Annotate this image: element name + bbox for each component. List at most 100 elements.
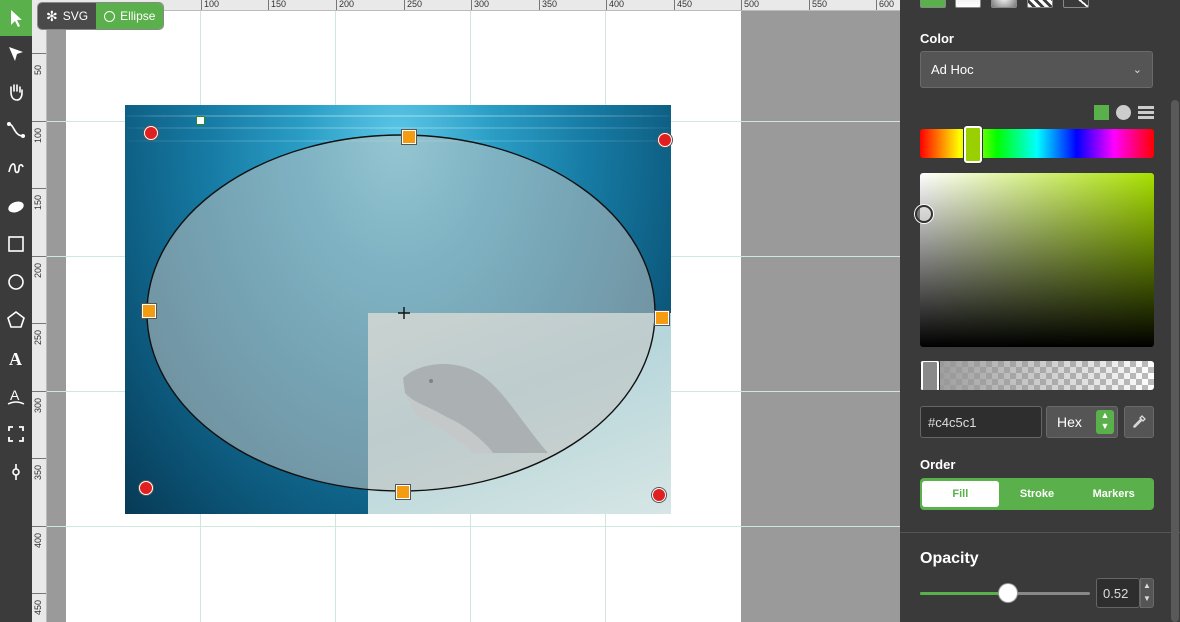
ruler-tick: 250 <box>32 323 46 345</box>
ruler-tick: 600 <box>876 0 894 10</box>
opacity-input[interactable]: 0.52 <box>1096 578 1140 608</box>
order-stroke-option[interactable]: Stroke <box>999 481 1076 507</box>
order-label: Order <box>920 457 956 472</box>
ruler-tick: 550 <box>809 0 827 10</box>
color-label: Color <box>920 31 954 46</box>
ruler-tick: 150 <box>268 0 286 10</box>
ruler-tick: 500 <box>741 0 759 10</box>
ruler-tick: 50 <box>32 53 46 75</box>
rect-tool[interactable] <box>0 226 32 262</box>
text-path-icon: A <box>7 387 25 405</box>
opacity-slider-fill <box>920 592 1009 595</box>
ruler-tick: 150 <box>32 188 46 210</box>
no-fill-icon[interactable] <box>1063 0 1089 8</box>
ruler-tick: 350 <box>539 0 557 10</box>
canvas-workarea[interactable] <box>47 11 900 622</box>
text-icon: A <box>9 349 22 368</box>
rotate-handle-bottom-left[interactable] <box>139 481 153 495</box>
resize-handle-top[interactable] <box>402 130 416 144</box>
fit-tool[interactable] <box>0 416 32 452</box>
picker-mode-icons <box>1094 105 1154 121</box>
eyedropper-icon <box>1133 415 1146 428</box>
properties-panel: Color Ad Hoc ⌄ Hex ▲▼ Order Fill Stroke … <box>900 0 1180 622</box>
saturation-value-picker[interactable] <box>915 173 1154 347</box>
order-fill-option[interactable]: Fill <box>922 481 999 507</box>
crosshair-icon <box>398 307 410 319</box>
breadcrumb-svg[interactable]: ✻ SVG <box>38 3 97 29</box>
resize-handle-left[interactable] <box>142 304 156 318</box>
subselect-icon <box>9 47 23 61</box>
chevron-down-icon: ⌄ <box>1132 64 1142 76</box>
color-picker-handle[interactable] <box>915 205 933 223</box>
breadcrumb-ellipse[interactable]: Ellipse <box>96 3 164 29</box>
breadcrumb: ✻ SVG Ellipse <box>38 3 164 29</box>
eyedropper-tool[interactable] <box>0 454 32 490</box>
solid-fill-icon[interactable] <box>920 0 946 8</box>
linear-gradient-icon[interactable] <box>955 0 981 8</box>
paint-order-toggle: Fill Stroke Markers <box>920 478 1154 510</box>
wheel-icon[interactable] <box>1116 105 1131 120</box>
opacity-slider-handle[interactable] <box>999 584 1018 602</box>
rotate-handle-bottom-right[interactable] <box>652 488 666 502</box>
asterisk-icon: ✻ <box>46 7 58 24</box>
pin-icon <box>12 464 20 480</box>
hue-slider-handle[interactable] <box>964 126 982 163</box>
ruler-tick: 350 <box>32 458 46 480</box>
polygon-tool[interactable] <box>0 302 32 338</box>
ruler-tick: 450 <box>674 0 692 10</box>
text-path-tool[interactable]: A <box>0 378 32 414</box>
ruler-tick: 300 <box>32 391 46 413</box>
circle-tool[interactable] <box>0 264 32 300</box>
pen-icon <box>8 163 24 174</box>
hand-icon <box>10 84 23 101</box>
ruler-tick: 200 <box>336 0 354 10</box>
paint-type-row <box>900 0 1180 12</box>
node-select-tool[interactable] <box>0 36 32 72</box>
circle-icon <box>8 274 24 290</box>
format-stepper[interactable]: ▲ ▼ <box>1096 410 1114 434</box>
panel-scrollbar[interactable] <box>1171 100 1179 622</box>
dolphin-photo[interactable] <box>368 313 671 514</box>
color-format-select[interactable]: Hex ▲ ▼ <box>1046 406 1118 438</box>
opacity-stepper[interactable]: ▲ ▼ <box>1140 578 1154 608</box>
pentagon-icon <box>7 311 25 328</box>
line-icon <box>7 122 25 138</box>
dolphin-illustration <box>403 363 548 453</box>
list-icon[interactable] <box>1138 106 1154 119</box>
resize-handle-right[interactable] <box>655 311 669 325</box>
svg-text:A: A <box>10 387 20 403</box>
hex-color-input[interactable] <box>920 406 1042 438</box>
grid-line <box>47 526 900 527</box>
select-tool[interactable] <box>0 0 32 36</box>
ellipse-path-tool[interactable] <box>0 188 32 224</box>
ruler-tick: 400 <box>606 0 624 10</box>
freehand-tool[interactable] <box>0 150 32 186</box>
radial-gradient-icon[interactable] <box>991 0 1017 8</box>
alpha-slider[interactable] <box>920 361 1154 390</box>
hue-slider[interactable] <box>920 126 1154 163</box>
svg-text:A: A <box>9 349 22 368</box>
ruler-tick: 200 <box>32 256 46 278</box>
circle-icon <box>104 10 116 22</box>
ruler-tick: 250 <box>404 0 422 10</box>
image-corner-handle[interactable] <box>196 116 205 125</box>
expand-icon <box>8 426 24 442</box>
ellipse-icon <box>8 201 24 213</box>
ruler-vertical: 50 100 150 200 250 300 350 400 450 <box>32 10 47 622</box>
tool-palette: A A <box>0 0 32 622</box>
resize-handle-bottom[interactable] <box>396 485 410 499</box>
opacity-slider[interactable] <box>920 584 1090 602</box>
text-tool[interactable]: A <box>0 340 32 376</box>
ruler-tick: 400 <box>32 526 46 548</box>
pattern-icon[interactable] <box>1027 0 1053 8</box>
pan-tool[interactable] <box>0 74 32 110</box>
eyedropper-button[interactable] <box>1124 406 1154 438</box>
rotate-handle-top-left[interactable] <box>144 126 158 140</box>
color-mode-select[interactable]: Ad Hoc ⌄ <box>920 51 1153 88</box>
alpha-slider-handle[interactable] <box>921 361 939 390</box>
rotate-handle-top-right[interactable] <box>658 133 672 147</box>
line-tool[interactable] <box>0 112 32 148</box>
ruler-tick: 300 <box>471 0 489 10</box>
square-swatch-icon[interactable] <box>1094 105 1109 120</box>
order-markers-option[interactable]: Markers <box>1075 481 1152 507</box>
